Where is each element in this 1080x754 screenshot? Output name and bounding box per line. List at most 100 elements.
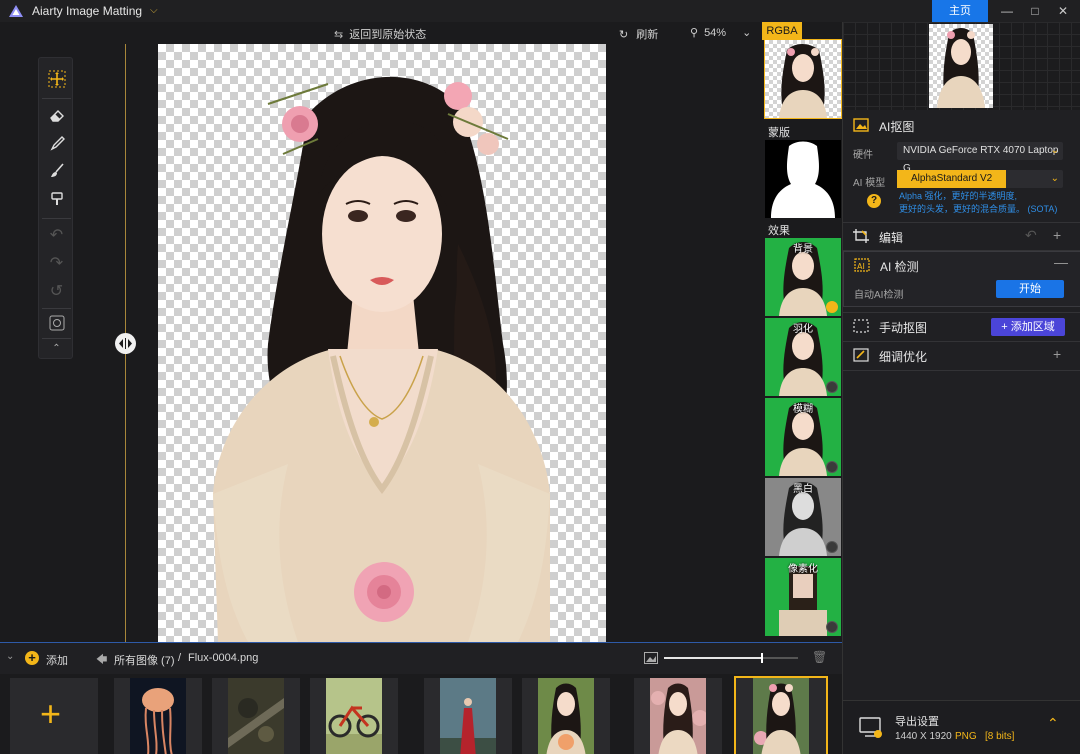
slider-handle[interactable]: [760, 653, 763, 663]
restore-brush-icon[interactable]: [39, 158, 74, 184]
manual-title: 手动抠图: [879, 321, 928, 335]
image-size-icon: [644, 652, 658, 664]
close-icon[interactable]: ✕: [1054, 3, 1072, 19]
collapse-gallery-icon[interactable]: ⌄: [6, 651, 14, 662]
divider: [843, 370, 1080, 371]
add-image-tile[interactable]: +: [10, 678, 98, 754]
redo-icon[interactable]: ↷: [39, 250, 74, 276]
zoom-control[interactable]: ⚲ 54% ⌄: [690, 26, 751, 39]
home-button[interactable]: 主页: [932, 0, 988, 22]
back-arrow-icon[interactable]: 🡄: [96, 651, 107, 670]
plus-icon[interactable]: +: [1053, 227, 1061, 243]
zoom-icon: ⚲: [690, 27, 699, 39]
expand-up-icon[interactable]: ⌃: [1047, 715, 1059, 732]
reset-arrows-icon: ⇆: [334, 29, 344, 41]
canvas-toolbar: ⇆ 返回到原始状态 ↻ 刷新 ⚲ 54% ⌄: [0, 22, 762, 44]
effect-name: 模糊: [793, 404, 813, 415]
film-item-forest-debris[interactable]: [212, 678, 300, 754]
check-icon[interactable]: [826, 381, 838, 393]
export-title: 导出设置: [895, 716, 939, 728]
current-filename: Flux-0004.png: [188, 652, 259, 664]
move-icon[interactable]: [39, 66, 74, 92]
add-area-button[interactable]: + 添加区域: [991, 318, 1065, 336]
reset-label: 返回到原始状态: [349, 29, 427, 41]
preview-thumbnail: [929, 24, 993, 108]
check-icon[interactable]: [826, 541, 838, 553]
effect-name: 背景: [793, 244, 813, 255]
tool-palette: ↶ ↷ ↺ ⌃: [38, 57, 73, 359]
refine-icon: [853, 348, 869, 362]
all-images-link[interactable]: 所有图像 (7): [114, 652, 175, 668]
film-item-jellyfish[interactable]: [114, 678, 202, 754]
rgba-thumbnail[interactable]: [764, 39, 842, 119]
effect-background-thumbnail[interactable]: 背景: [765, 238, 841, 316]
chevron-down-icon: ⌄: [1050, 173, 1059, 184]
chevron-down-icon: ⌄: [1050, 145, 1059, 156]
fit-screen-icon[interactable]: [39, 310, 74, 336]
ai-matting-icon: [853, 118, 869, 132]
image-canvas[interactable]: [158, 44, 606, 642]
add-label[interactable]: 添加: [46, 652, 68, 668]
effect-name: 黑白: [793, 484, 813, 495]
film-item-current-portrait[interactable]: [734, 676, 828, 754]
chevron-down-icon[interactable]: ⌵: [150, 5, 158, 16]
refresh-button[interactable]: ↻ 刷新: [619, 26, 658, 42]
hardware-select[interactable]: NVIDIA GeForce RTX 4070 Laptop G ⌄: [897, 142, 1063, 174]
minus-icon[interactable]: —: [1054, 254, 1068, 270]
effect-blur-thumbnail[interactable]: 模糊: [765, 398, 841, 476]
add-icon[interactable]: +: [25, 651, 39, 665]
rgba-label: RGBA: [762, 22, 802, 40]
auto-detect-label: 自动AI检测: [854, 290, 904, 301]
film-item-flowers-portrait[interactable]: [522, 678, 610, 754]
app-logo-icon: [9, 5, 23, 17]
slider-fill: [664, 657, 762, 659]
film-item-bicycle[interactable]: [310, 678, 398, 754]
toolbar-divider: [42, 308, 71, 309]
add-icon: +: [40, 693, 62, 734]
edit-section[interactable]: 编辑 ↶ +: [843, 223, 1080, 251]
effect-grayscale-thumbnail[interactable]: 黑白: [765, 478, 841, 556]
export-settings[interactable]: 导出设置 1440 X 1920 PNG [8 bits] ⌃: [843, 700, 1080, 754]
mask-label: 蒙版: [768, 127, 790, 139]
maximize-icon[interactable]: □: [1026, 3, 1044, 19]
thumbnail-size-slider[interactable]: [664, 653, 798, 663]
zoom-value: 54%: [704, 27, 727, 39]
reset-icon[interactable]: ↺: [39, 278, 74, 304]
undo-icon[interactable]: ↶: [1025, 227, 1037, 244]
effect-pixelate-thumbnail[interactable]: 像素化: [765, 558, 841, 636]
minimize-icon[interactable]: —: [998, 3, 1016, 19]
undo-icon[interactable]: ↶: [39, 222, 74, 248]
refine-section[interactable]: 细调优化 +: [843, 342, 1080, 370]
effect-name: 像素化: [788, 564, 818, 575]
toolbar-divider: [42, 98, 71, 99]
split-handle-icon[interactable]: [115, 333, 136, 354]
start-button[interactable]: 开始: [996, 280, 1064, 298]
effect-name: 羽化: [793, 324, 813, 335]
refresh-icon: ↻: [619, 29, 629, 41]
reset-original-button[interactable]: ⇆ 返回到原始状态: [334, 26, 426, 42]
film-item-roses-portrait[interactable]: [634, 678, 722, 754]
eraser-icon[interactable]: [39, 102, 74, 128]
svg-text:AI: AI: [857, 262, 865, 271]
mask-thumbnail[interactable]: [765, 140, 841, 218]
check-icon[interactable]: [826, 461, 838, 473]
plus-icon[interactable]: +: [1053, 346, 1061, 362]
ai-detect-title: AI 检测: [880, 260, 919, 274]
refresh-label: 刷新: [636, 29, 659, 41]
collapse-icon[interactable]: ⌃: [39, 338, 74, 358]
refine-title: 细调优化: [879, 350, 928, 364]
ai-matting-section: AI抠图 硬件 NVIDIA GeForce RTX 4070 Laptop G…: [843, 110, 1080, 220]
film-item-red-dress[interactable]: [424, 678, 512, 754]
help-icon[interactable]: ?: [867, 194, 881, 208]
view-thumbnails: RGBA 蒙版 效果 背景 羽化 模糊 黑白 像素化: [762, 22, 842, 642]
gallery-bar: ⌄ + 添加 🡄 所有图像 (7) / Flux-0004.png 🗑: [0, 642, 842, 674]
trash-icon[interactable]: 🗑: [812, 650, 827, 664]
effects-label: 效果: [768, 225, 790, 237]
check-icon[interactable]: [826, 301, 838, 313]
brush-icon[interactable]: [39, 130, 74, 156]
effect-feather-thumbnail[interactable]: 羽化: [765, 318, 841, 396]
paint-bucket-icon[interactable]: [39, 186, 74, 212]
check-icon[interactable]: [826, 621, 838, 633]
image-filmstrip: +: [0, 674, 842, 754]
model-select[interactable]: AlphaStandard V2 ⌄: [897, 170, 1063, 188]
